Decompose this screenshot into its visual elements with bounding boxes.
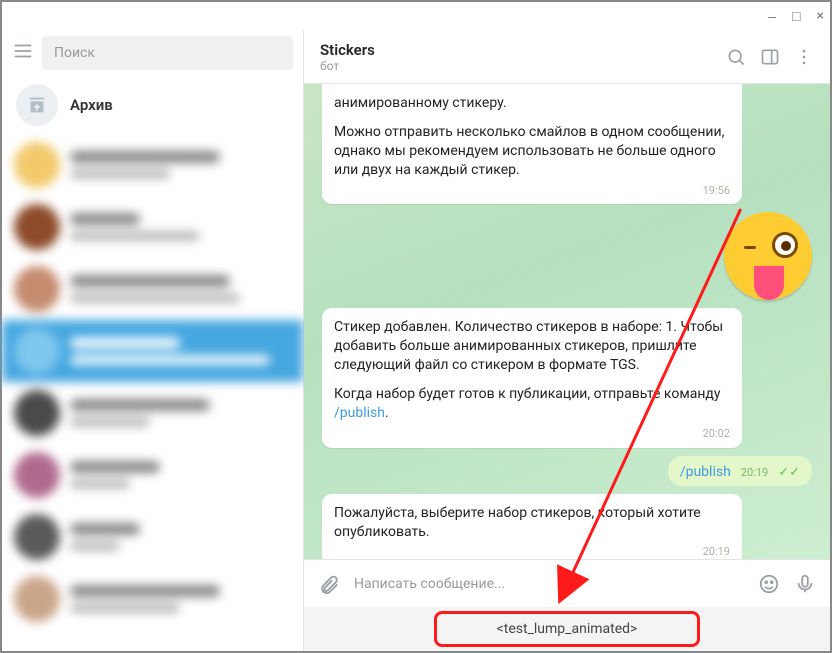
chat-header: Stickers бот (304, 30, 830, 84)
more-icon[interactable] (794, 47, 814, 67)
chat-list[interactable] (2, 134, 303, 651)
compose-row: Написать сообщение... (304, 559, 830, 607)
archive-icon (16, 84, 58, 126)
chat-list-item[interactable] (2, 382, 303, 444)
reply-suggestion-bar[interactable]: <test_lump_animated> (304, 607, 830, 651)
message-incoming[interactable]: анимированному стикеру. Можно отправить … (322, 84, 742, 204)
emoji-icon[interactable] (758, 573, 780, 595)
search-icon[interactable] (726, 47, 746, 67)
message-text: Можно отправить несколько смайлов в одно… (334, 123, 730, 180)
message-outgoing[interactable]: /publish 20:19 ✓✓ (668, 456, 812, 486)
message-text: /publish (680, 464, 731, 480)
chat-panel: Stickers бот анимированному стикеру. Мож… (304, 30, 830, 651)
message-text: Когда набор будет готов к публикации, от… (334, 385, 730, 423)
chat-list-item[interactable] (2, 196, 303, 258)
read-ticks-icon: ✓✓ (778, 465, 800, 480)
sticker-message[interactable] (322, 212, 812, 300)
microphone-icon[interactable] (794, 573, 816, 595)
window-minimize[interactable]: ‒ (768, 8, 776, 25)
message-time: 20:19 (334, 545, 730, 559)
window-close[interactable]: × (817, 8, 824, 24)
message-text: Пожалуйста, выберите набор стикеров, кот… (334, 504, 730, 542)
wink-tongue-sticker-icon (724, 212, 812, 300)
chat-list-item-selected[interactable] (2, 320, 303, 382)
chat-subtitle: бот (320, 59, 375, 73)
message-input[interactable]: Написать сообщение... (354, 576, 744, 592)
sidepanel-icon[interactable] (760, 47, 780, 67)
sidebar: Поиск Архив (2, 30, 304, 651)
publish-link[interactable]: /publish (334, 405, 385, 421)
attach-icon[interactable] (318, 573, 340, 595)
chat-list-item[interactable] (2, 568, 303, 630)
message-time: 19:56 (334, 184, 730, 199)
message-time: 20:02 (334, 427, 730, 442)
chat-list-item[interactable] (2, 134, 303, 196)
window-titlebar: ‒ □ × (2, 2, 830, 30)
message-text: Стикер добавлен. Количество стикеров в н… (334, 318, 730, 375)
message-time: 20:19 (741, 466, 768, 479)
chat-body[interactable]: анимированному стикеру. Можно отправить … (304, 84, 830, 559)
chat-list-item[interactable] (2, 444, 303, 506)
message-text: анимированному стикеру. (334, 94, 730, 113)
search-input[interactable]: Поиск (42, 36, 293, 70)
message-incoming[interactable]: Пожалуйста, выберите набор стикеров, кот… (322, 494, 742, 559)
reply-suggestion-text[interactable]: <test_lump_animated> (497, 621, 638, 637)
chat-title[interactable]: Stickers (320, 41, 375, 59)
menu-icon[interactable] (12, 40, 34, 66)
archive-item[interactable]: Архив (2, 76, 303, 134)
archive-title: Архив (70, 96, 113, 114)
message-incoming[interactable]: Стикер добавлен. Количество стикеров в н… (322, 308, 742, 447)
chat-list-item[interactable] (2, 258, 303, 320)
window-maximize[interactable]: □ (792, 8, 800, 25)
chat-list-item[interactable] (2, 506, 303, 568)
